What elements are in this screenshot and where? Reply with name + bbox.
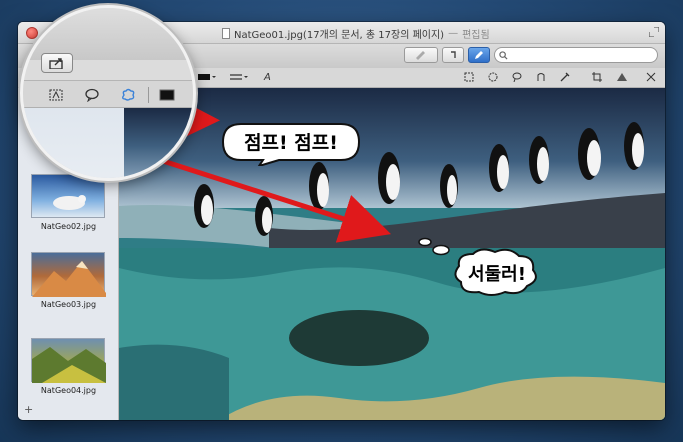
speech-bubble-icon[interactable]	[85, 88, 99, 102]
text-box-icon[interactable]	[49, 89, 63, 101]
magnifier-loupe	[20, 5, 196, 181]
share-button[interactable]	[41, 53, 73, 73]
share-icon	[49, 58, 63, 69]
border-color-icon[interactable]	[159, 89, 175, 101]
magnified-image-edge	[124, 108, 193, 178]
magnified-markup-bar	[23, 80, 193, 108]
thought-bubble-icon[interactable]	[121, 88, 135, 102]
toolbar-divider	[148, 87, 149, 103]
